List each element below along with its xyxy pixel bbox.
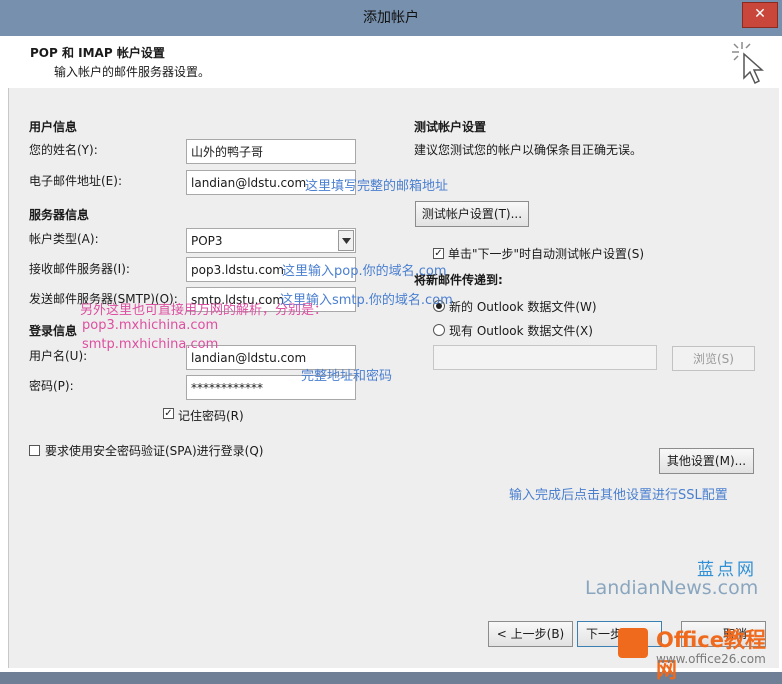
watermark-en: LandianNews.com xyxy=(585,577,759,599)
user-info-heading: 用户信息 xyxy=(29,120,78,134)
test-heading: 测试帐户设置 xyxy=(414,120,487,134)
dialog-header: POP 和 IMAP 帐户设置 输入帐户的邮件服务器设置。 xyxy=(8,36,778,89)
annotation-alt-smtp: smtp.mxhichina.com xyxy=(82,337,219,352)
browse-button: 浏览(S) xyxy=(672,346,755,371)
test-description: 建议您测试您的帐户以确保条目正确无误。 xyxy=(414,143,643,157)
existing-datafile-label: 现有 Outlook 数据文件(X) xyxy=(449,324,593,338)
title-bar: 添加帐户 ✕ xyxy=(0,0,782,36)
password-label: 密码(P): xyxy=(29,379,74,393)
cursor-sparkle-icon xyxy=(732,42,764,85)
back-button[interactable]: < 上一步(B) xyxy=(488,621,573,647)
auto-test-checkbox[interactable]: ✓ xyxy=(433,248,444,259)
test-account-button[interactable]: 测试帐户设置(T)... xyxy=(415,201,529,227)
spa-label: 要求使用安全密码验证(SPA)进行登录(Q) xyxy=(45,444,264,458)
login-info-heading: 登录信息 xyxy=(29,324,78,338)
existing-datafile-radio[interactable] xyxy=(433,324,445,336)
server-info-heading: 服务器信息 xyxy=(29,208,90,222)
office-watermark-url: www.office26.com xyxy=(656,652,766,666)
incoming-server-label: 接收邮件服务器(I): xyxy=(29,262,130,276)
email-label: 电子邮件地址(E): xyxy=(29,174,122,188)
annotation-ssl: 输入完成后点击其他设置进行SSL配置 xyxy=(509,488,728,503)
close-button[interactable]: ✕ xyxy=(742,2,778,28)
annotation-full-address: 完整地址和密码 xyxy=(301,369,393,384)
office-logo-icon xyxy=(618,628,648,658)
account-type-select[interactable]: POP3 xyxy=(186,228,356,253)
annotation-alt-pop: pop3.mxhichina.com xyxy=(82,318,219,333)
add-account-window: 添加帐户 ✕ POP 和 IMAP 帐户设置 输入帐户的邮件服务器设置。 用户信… xyxy=(0,0,782,682)
auto-test-label: 单击"下一步"时自动测试帐户设置(S) xyxy=(448,247,645,261)
office-watermark: Office教程网 www.office26.com xyxy=(618,622,778,682)
more-settings-button[interactable]: 其他设置(M)... xyxy=(659,448,754,474)
remember-password-checkbox[interactable]: ✓ xyxy=(163,408,174,419)
datafile-path-field xyxy=(433,345,657,370)
username-label: 用户名(U): xyxy=(29,349,88,363)
header-title: POP 和 IMAP 帐户设置 xyxy=(30,46,165,60)
name-label: 您的姓名(Y): xyxy=(29,143,98,157)
new-datafile-label: 新的 Outlook 数据文件(W) xyxy=(449,300,597,314)
name-field[interactable]: 山外的鸭子哥 xyxy=(186,139,356,164)
window-title: 添加帐户 xyxy=(363,10,419,26)
annotation-alt-servers: 另外这里也可直接用万网的解析，分别是： xyxy=(80,303,328,318)
account-type-label: 帐户类型(A): xyxy=(29,232,99,246)
account-type-value: POP3 xyxy=(191,234,223,248)
chevron-down-icon[interactable] xyxy=(338,230,354,251)
annotation-email: 这里填写完整的邮箱地址 xyxy=(305,179,449,194)
annotation-pop: 这里输入pop.你的域名.com xyxy=(282,264,447,279)
header-subtitle: 输入帐户的邮件服务器设置。 xyxy=(54,65,211,79)
spa-checkbox[interactable] xyxy=(29,445,40,456)
remember-password-label: 记住密码(R) xyxy=(178,409,244,423)
